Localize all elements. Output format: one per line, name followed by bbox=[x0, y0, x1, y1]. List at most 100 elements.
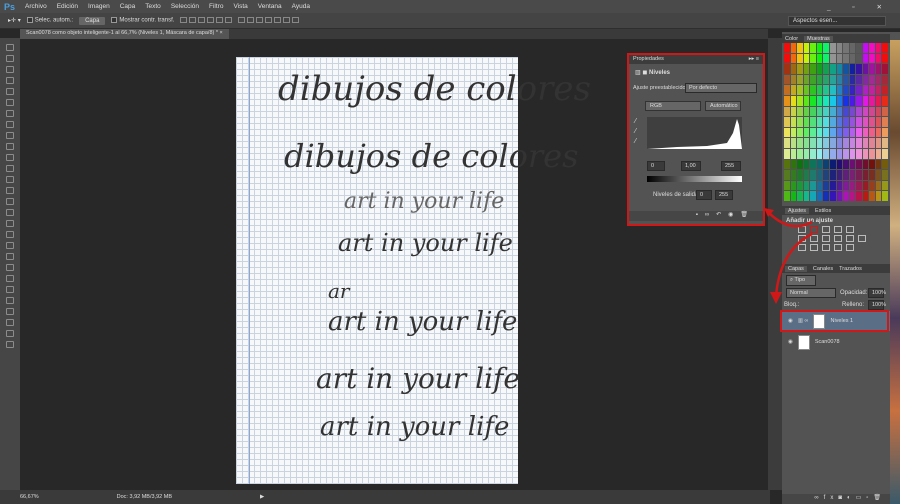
show-transform-checkbox[interactable]: Mostrar contr. transf. bbox=[111, 17, 174, 24]
swatch[interactable] bbox=[803, 106, 810, 117]
swatch[interactable] bbox=[856, 148, 862, 159]
swatch[interactable] bbox=[803, 127, 810, 138]
swatch[interactable] bbox=[869, 117, 875, 127]
output-black-field[interactable]: 0 bbox=[696, 190, 712, 200]
swatch[interactable] bbox=[836, 53, 843, 64]
swatch[interactable] bbox=[882, 106, 888, 117]
preset-select[interactable]: Por defecto bbox=[685, 83, 757, 93]
swatch[interactable] bbox=[790, 180, 797, 191]
swatch[interactable] bbox=[862, 180, 869, 191]
swatch[interactable] bbox=[823, 127, 829, 138]
output-white-field[interactable]: 255 bbox=[715, 190, 733, 200]
swatch[interactable] bbox=[843, 43, 849, 53]
swatch[interactable] bbox=[856, 191, 862, 201]
menu-seleccion[interactable]: Selección bbox=[171, 3, 199, 10]
swatch[interactable] bbox=[875, 180, 882, 191]
tool-icon[interactable] bbox=[6, 231, 14, 238]
swatch[interactable] bbox=[790, 64, 797, 74]
swatch[interactable] bbox=[882, 117, 888, 127]
window-controls[interactable]: _ ▫ ✕ bbox=[827, 3, 892, 11]
swatch[interactable] bbox=[797, 170, 803, 180]
swatch[interactable] bbox=[829, 74, 836, 85]
swatch[interactable] bbox=[869, 53, 875, 64]
swatch[interactable] bbox=[856, 106, 862, 117]
swatch[interactable] bbox=[823, 148, 829, 159]
tool-icon[interactable] bbox=[6, 286, 14, 293]
swatch[interactable] bbox=[875, 117, 882, 127]
tool-icon[interactable] bbox=[6, 297, 14, 304]
tool-icon[interactable] bbox=[6, 165, 14, 172]
swatch[interactable] bbox=[797, 43, 803, 53]
layer-row[interactable]: ◉ Scan0078 bbox=[782, 332, 890, 352]
swatch[interactable] bbox=[875, 106, 882, 117]
swatch[interactable] bbox=[816, 53, 823, 64]
swatch[interactable] bbox=[797, 74, 803, 85]
tool-icon[interactable] bbox=[6, 341, 14, 348]
swatch[interactable] bbox=[823, 191, 829, 201]
swatch[interactable] bbox=[790, 85, 797, 95]
swatch[interactable] bbox=[829, 117, 836, 127]
swatch[interactable] bbox=[797, 117, 803, 127]
swatch[interactable] bbox=[856, 127, 862, 138]
swatch[interactable] bbox=[829, 85, 836, 95]
menu-archivo[interactable]: Archivo bbox=[25, 3, 47, 10]
tool-icon[interactable] bbox=[6, 253, 14, 260]
swatch[interactable] bbox=[803, 74, 810, 85]
swatch[interactable] bbox=[882, 148, 888, 159]
swatch[interactable] bbox=[784, 95, 790, 106]
swatch[interactable] bbox=[790, 117, 797, 127]
swatch[interactable] bbox=[843, 64, 849, 74]
swatch[interactable] bbox=[810, 117, 816, 127]
swatch[interactable] bbox=[790, 43, 797, 53]
swatch[interactable] bbox=[856, 74, 862, 85]
swatch[interactable] bbox=[816, 127, 823, 138]
swatch[interactable] bbox=[803, 180, 810, 191]
swatch[interactable] bbox=[856, 117, 862, 127]
swatch[interactable] bbox=[843, 117, 849, 127]
swatch[interactable] bbox=[869, 127, 875, 138]
swatch[interactable] bbox=[849, 170, 856, 180]
swatch[interactable] bbox=[856, 85, 862, 95]
swatch[interactable] bbox=[823, 117, 829, 127]
swatch[interactable] bbox=[816, 85, 823, 95]
swatch[interactable] bbox=[856, 43, 862, 53]
tool-icon[interactable] bbox=[6, 330, 14, 337]
swatch[interactable] bbox=[790, 106, 797, 117]
swatch[interactable] bbox=[784, 106, 790, 117]
swatch[interactable] bbox=[810, 127, 816, 138]
swatch[interactable] bbox=[829, 170, 836, 180]
tool-icon[interactable] bbox=[6, 44, 14, 51]
swatch[interactable] bbox=[810, 85, 816, 95]
move-tool-icon[interactable]: ▸✛ ▾ bbox=[8, 17, 21, 24]
swatch[interactable] bbox=[849, 138, 856, 148]
swatch[interactable] bbox=[875, 148, 882, 159]
swatch[interactable] bbox=[869, 64, 875, 74]
swatch[interactable] bbox=[797, 85, 803, 95]
swatch[interactable] bbox=[849, 191, 856, 201]
swatch[interactable] bbox=[816, 106, 823, 117]
swatch[interactable] bbox=[862, 148, 869, 159]
swatch[interactable] bbox=[823, 159, 829, 170]
menu-texto[interactable]: Texto bbox=[145, 3, 161, 10]
swatch[interactable] bbox=[797, 138, 803, 148]
swatch[interactable] bbox=[829, 64, 836, 74]
swatch[interactable] bbox=[849, 148, 856, 159]
swatch[interactable] bbox=[836, 117, 843, 127]
swatch[interactable] bbox=[784, 43, 790, 53]
swatch[interactable] bbox=[882, 85, 888, 95]
swatch[interactable] bbox=[843, 74, 849, 85]
swatch[interactable] bbox=[882, 95, 888, 106]
swatch[interactable] bbox=[862, 106, 869, 117]
swatch[interactable] bbox=[803, 95, 810, 106]
swatch[interactable] bbox=[843, 159, 849, 170]
swatch[interactable] bbox=[862, 43, 869, 53]
tool-icon[interactable] bbox=[6, 77, 14, 84]
swatch[interactable] bbox=[849, 85, 856, 95]
align-icons[interactable] bbox=[180, 16, 300, 25]
swatch[interactable] bbox=[856, 95, 862, 106]
swatch[interactable] bbox=[836, 64, 843, 74]
swatch[interactable] bbox=[843, 191, 849, 201]
input-mid-field[interactable]: 1,00 bbox=[681, 161, 701, 171]
menu-ayuda[interactable]: Ayuda bbox=[292, 3, 310, 10]
fill-field[interactable]: 100% bbox=[868, 300, 886, 310]
